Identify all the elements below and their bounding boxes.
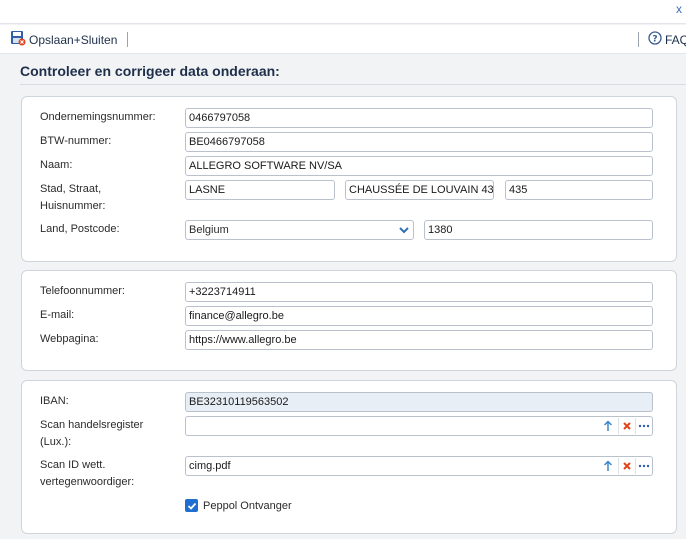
- heading-divider: [20, 84, 686, 85]
- faq-label: FAQ: [665, 32, 686, 47]
- city-input[interactable]: LASNE: [185, 180, 335, 200]
- scan-id-label-line1: Scan ID wett.: [40, 459, 106, 471]
- email-input[interactable]: finance@allegro.be: [185, 306, 653, 326]
- peppol-checkbox[interactable]: Peppol Ontvanger: [185, 499, 292, 512]
- scan-register-input[interactable]: [185, 416, 653, 436]
- toolbar-divider: [127, 32, 128, 47]
- vat-label: BTW-nummer:: [40, 135, 112, 147]
- close-icon[interactable]: x: [676, 2, 686, 16]
- svg-text:?: ?: [652, 35, 657, 45]
- chevron-down-icon[interactable]: [396, 222, 412, 238]
- scan-id-value: cimg.pdf: [189, 460, 231, 472]
- help-circle-icon: ?: [648, 31, 662, 48]
- phone-label: Telefoonnummer:: [40, 285, 125, 297]
- website-input[interactable]: https://www.allegro.be: [185, 330, 653, 350]
- name-input[interactable]: ALLEGRO SOFTWARE NV/SA: [185, 156, 653, 176]
- save-close-label: Opslaan+Sluiten: [29, 32, 118, 47]
- ellipsis-icon[interactable]: [635, 458, 651, 474]
- scan-register-label-line2: (Lux.):: [40, 436, 72, 448]
- website-label: Webpagina:: [40, 333, 99, 345]
- iban-label: IBAN:: [40, 395, 69, 407]
- house-number-input[interactable]: 435: [505, 180, 653, 200]
- scan-register-label-line1: Scan handelsregister: [40, 419, 144, 431]
- vat-input[interactable]: BE0466797058: [185, 132, 653, 152]
- iban-input[interactable]: BE32310119563502: [185, 392, 653, 412]
- save-close-button[interactable]: Opslaan+Sluiten: [10, 31, 117, 48]
- toolbar-divider: [638, 32, 639, 47]
- x-icon[interactable]: [618, 458, 634, 474]
- faq-button[interactable]: ? FAQ: [648, 31, 686, 48]
- scan-id-input[interactable]: cimg.pdf: [185, 456, 653, 476]
- street-input[interactable]: CHAUSSÉE DE LOUVAIN 435: [345, 180, 494, 200]
- toolbar: Opslaan+Sluiten ? FAQ: [0, 25, 686, 54]
- address-label-line2: Huisnummer:: [40, 200, 106, 212]
- name-label: Naam:: [40, 159, 73, 171]
- arrow-up-icon[interactable]: [600, 418, 616, 434]
- arrow-up-icon[interactable]: [600, 458, 616, 474]
- check-icon: [185, 499, 198, 512]
- save-close-icon: [10, 30, 26, 49]
- page-title: Controleer en corrigeer data onderaan:: [20, 63, 280, 79]
- x-icon[interactable]: [618, 418, 634, 434]
- company-number-label: Ondernemingsnummer:: [40, 111, 156, 123]
- window-topbar: x: [0, 0, 686, 24]
- company-number-input[interactable]: 0466797058: [185, 108, 653, 128]
- country-label: Land, Postcode:: [40, 223, 120, 235]
- country-select-value: Belgium: [189, 224, 229, 236]
- scan-id-label-line2: vertegenwoordiger:: [40, 476, 135, 488]
- country-select[interactable]: Belgium: [185, 220, 414, 240]
- postcode-input[interactable]: 1380: [424, 220, 653, 240]
- ellipsis-icon[interactable]: [635, 418, 651, 434]
- address-label-line1: Stad, Straat,: [40, 183, 102, 195]
- peppol-label: Peppol Ontvanger: [203, 499, 292, 512]
- phone-input[interactable]: +3223714911: [185, 282, 653, 302]
- email-label: E-mail:: [40, 309, 75, 321]
